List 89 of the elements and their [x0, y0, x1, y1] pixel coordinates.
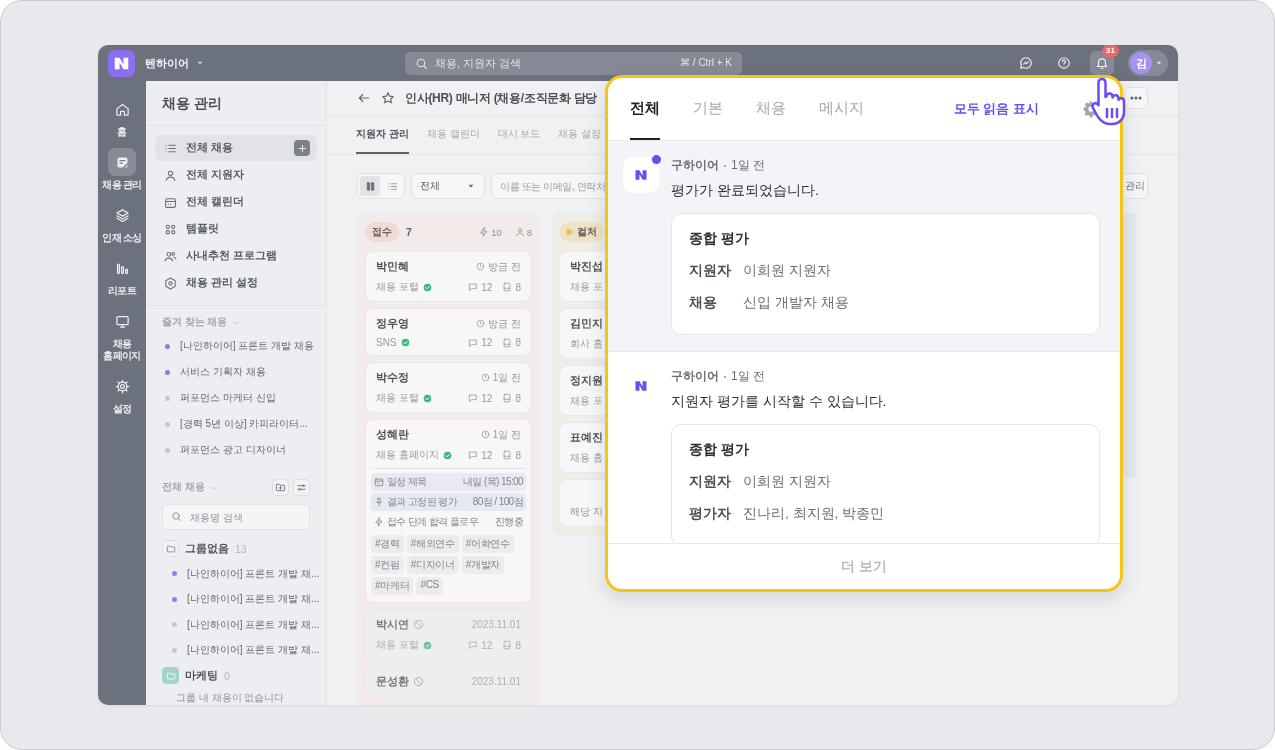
stage-label: 접수: [365, 222, 399, 242]
job-title: 서비스 기획자 채용: [180, 365, 266, 379]
job-title: [나인하이어] 프론트 개발 채...: [187, 617, 320, 632]
group-name: 그룹없음: [185, 541, 229, 556]
automation-count: 10: [479, 226, 502, 238]
schedule-time: 내일 (목) 15:00: [462, 475, 523, 489]
applicant-source: 회사 홈: [570, 337, 603, 351]
shortcut-hint: ⌘ / Ctrl + K: [680, 56, 732, 68]
group-name: 마케팅: [185, 668, 218, 683]
job-title: [나인하이어] 프론트 개발 채...: [187, 566, 320, 581]
applied-time: 1일 전: [480, 370, 521, 385]
card-title: 종합 평가: [689, 230, 750, 248]
field-label: 지원자: [689, 473, 732, 491]
tag-chip: #해외연수: [406, 535, 459, 553]
notification-sender: 구하이어: [671, 157, 719, 174]
tag-chip: #마케터: [371, 577, 414, 595]
comment-count: 12: [468, 337, 493, 348]
sidebar-title: 채용 관리: [146, 81, 326, 126]
schedule-title: 일정 제목: [387, 475, 427, 489]
applicant-name: 박진섭: [570, 259, 603, 274]
applicant-name: 박수정: [376, 370, 409, 385]
comment-count: 12: [468, 281, 493, 293]
evaluation-title: 결과 고정된 평가: [387, 495, 458, 509]
tag-chip: #경력: [371, 535, 404, 553]
field-value: 이희원 지원자: [743, 262, 831, 280]
file-count: 8: [502, 337, 521, 348]
tag-chip: #디자이너: [406, 556, 459, 574]
field-value: 진나리, 최지원, 박종민: [743, 505, 884, 523]
tag-chip: #CS: [416, 577, 443, 595]
tag-chip: #어학연수: [461, 535, 514, 553]
applicant-name: 표예진: [570, 430, 603, 445]
applicant-name: 정우영: [376, 316, 409, 331]
applicant-name: 정지원: [570, 373, 603, 388]
notification-message: 지원자 평가를 시작할 수 있습니다.: [671, 393, 888, 411]
notification-sender: 구하이어: [671, 368, 719, 385]
applied-time: 방금 전: [476, 316, 521, 331]
assignee-count: 8: [514, 226, 532, 238]
file-count: 8: [502, 392, 521, 404]
flow-title: 접수 단계 합격 플로우: [387, 515, 479, 529]
notification-time: 1일 전: [731, 157, 765, 174]
notification-count-badge: 31: [1102, 45, 1119, 57]
evaluation-score: 80점 / 100점: [472, 495, 523, 509]
applicant-source: 채용 홈: [570, 451, 603, 465]
empty-group-message: 그룹 내 채용이 없습니다: [175, 691, 286, 705]
card-title: 종합 평가: [689, 441, 750, 459]
file-count: 8: [502, 449, 521, 461]
applied-time: 방금 전: [476, 259, 521, 274]
job-title: [나인하이어] 프론트 개발 채...: [187, 643, 320, 658]
field-label: 평가자: [689, 505, 732, 523]
applied-time: 2023.11.01: [471, 619, 521, 630]
group-count: 13: [235, 542, 247, 555]
applicant-name: 성혜란: [376, 427, 409, 442]
applicant-name: 문성환: [376, 674, 409, 689]
job-title: 퍼포먼스 광고 디자이너: [180, 443, 286, 457]
field-label: 채용: [689, 294, 718, 312]
applicant-source: 채용 포: [570, 280, 603, 294]
stage-count: 7: [406, 226, 412, 238]
comment-count: 12: [468, 449, 493, 461]
applied-time: 2023.11.01: [471, 676, 521, 687]
notification-message: 평가가 완료되었습니다.: [671, 182, 820, 200]
applicant-source: 채용 포털: [376, 391, 419, 405]
stage-label: 컬처: [559, 222, 604, 242]
applicant-name: 김민지: [570, 316, 603, 331]
applicant-name: 박민혜: [376, 259, 409, 274]
field-value: 이희원 지원자: [743, 473, 831, 491]
comment-count: 12: [468, 392, 493, 404]
file-count: 8: [502, 639, 521, 651]
tag-chip: #컨펌: [371, 556, 404, 574]
file-count: 8: [502, 281, 521, 293]
notification-time: 1일 전: [731, 368, 765, 385]
job-title: [경력 5년 이상] 카피라이터...: [180, 417, 308, 431]
applicant-name: 박시연: [376, 617, 409, 632]
applicant-source: 채용 포털: [376, 280, 419, 294]
job-title: 퍼포먼스 마케터 신입: [180, 391, 276, 405]
job-title: [나인하이어] 프론트 개발 채용: [180, 339, 314, 353]
applied-time: 1일 전: [480, 427, 521, 442]
applicant-source: 채용 포털: [376, 638, 419, 652]
applicant-source: 채용 포: [570, 394, 603, 408]
applicant-source: SNS: [376, 337, 397, 348]
applicant-source: 채용 홈페이지: [376, 448, 439, 462]
job-title: [나인하이어] 프론트 개발 채...: [187, 592, 320, 607]
tag-chip: #개발자: [461, 556, 505, 574]
empty-card-text: 해당 지: [570, 505, 603, 519]
job-title-heading: 인사(HR) 매니저 (채용/조직문화 담당: [405, 89, 598, 107]
avatar: 김: [1130, 52, 1152, 74]
comment-count: 12: [468, 639, 493, 651]
field-value: 신입 개발자 채용: [743, 294, 849, 312]
field-label: 지원자: [689, 262, 732, 280]
flow-status: 진행중: [494, 515, 523, 529]
